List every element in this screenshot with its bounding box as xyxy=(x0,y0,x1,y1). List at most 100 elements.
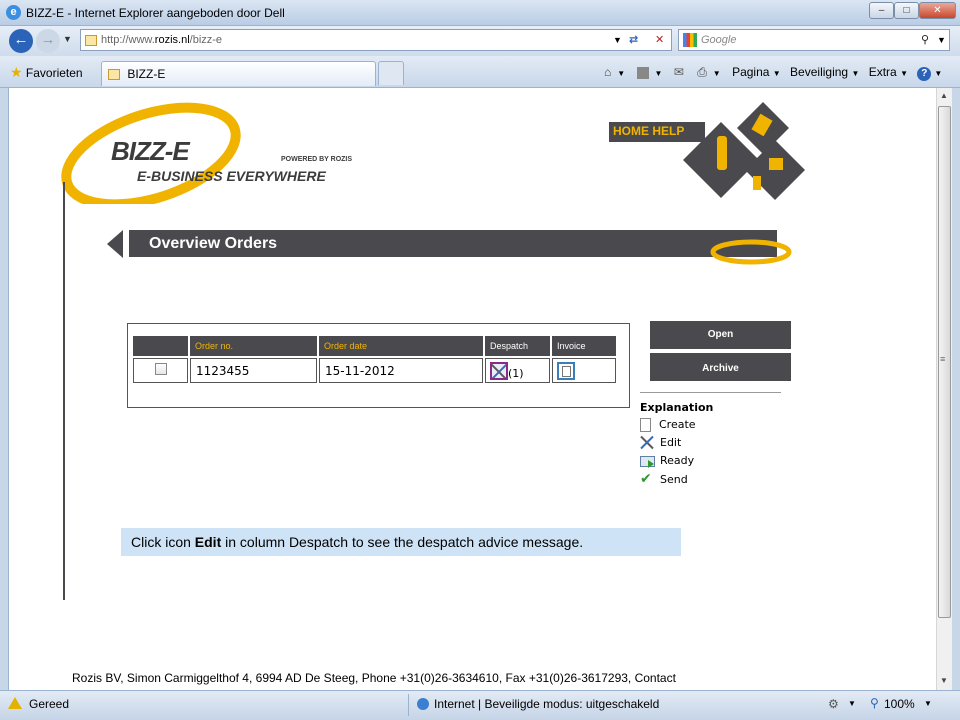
warning-icon xyxy=(8,697,22,709)
legend-title: Explanation xyxy=(640,401,714,414)
row-select-cell xyxy=(133,358,188,383)
edit-tools-icon xyxy=(640,435,656,450)
document-icon xyxy=(640,418,651,432)
table-header-row: Order no. Order date Despatch Invoice xyxy=(133,336,616,356)
zoom-icon[interactable]: ⚲ xyxy=(870,696,879,710)
mail-icon[interactable]: ✉ xyxy=(674,65,684,79)
window-title: BIZZ-E - Internet Explorer aangeboden do… xyxy=(26,6,285,20)
chevron-down-icon: ▼ xyxy=(900,69,908,78)
list-item: Ready xyxy=(640,454,696,472)
rss-dropdown-icon[interactable]: ▼ xyxy=(655,69,663,78)
tab-favicon-icon xyxy=(108,69,120,81)
envelope-arrow-icon xyxy=(640,455,655,468)
bizz-e-logo[interactable]: BIZZ-E E-BUSINESS EVERYWHERE POWERED BY … xyxy=(61,94,361,204)
despatch-edit-icon[interactable] xyxy=(490,361,508,380)
web-content: BIZZ-E E-BUSINESS EVERYWHERE POWERED BY … xyxy=(8,88,936,690)
checkmark-icon: ✔ xyxy=(640,471,652,487)
history-dropdown-icon[interactable]: ▼ xyxy=(63,34,72,44)
list-item: ✔ Send xyxy=(640,472,696,490)
legend-create-label: Create xyxy=(659,418,696,431)
scroll-up-icon[interactable]: ▲ xyxy=(940,91,948,100)
maximize-button[interactable]: □ xyxy=(894,2,919,19)
print-dropdown-icon[interactable]: ▼ xyxy=(713,69,721,78)
row-checkbox[interactable] xyxy=(154,363,167,375)
list-item: Edit xyxy=(640,435,696,454)
vertical-scrollbar[interactable]: ▲ ≡ ▼ xyxy=(936,88,952,690)
back-button[interactable]: ← xyxy=(9,29,33,53)
header-invoice: Invoice xyxy=(552,336,616,356)
favorites-label: Favorieten xyxy=(25,66,83,80)
despatch-count: (1) xyxy=(508,366,524,380)
protected-mode-icon[interactable]: ⚙ xyxy=(828,697,839,711)
tab-bizz-e[interactable]: BIZZ-E xyxy=(101,61,376,86)
help-dropdown-icon[interactable]: ▼ xyxy=(934,69,942,78)
list-item: Create xyxy=(640,418,696,436)
scroll-grip-icon: ≡ xyxy=(940,354,946,364)
window-titlebar: e BIZZ-E - Internet Explorer aangeboden … xyxy=(0,0,960,26)
search-icon[interactable]: ⚲ xyxy=(921,30,929,50)
home-icon[interactable]: ⌂ xyxy=(604,65,611,79)
search-dropdown-icon[interactable]: ▼ xyxy=(937,30,946,50)
title-band: Overview Orders xyxy=(129,230,777,257)
title-swoosh-icon xyxy=(710,239,792,265)
order-no-cell: 1123455 xyxy=(190,358,317,383)
open-button[interactable]: Open xyxy=(650,321,791,349)
favorites-button[interactable]: ★ Favorieten xyxy=(10,63,83,81)
table-row[interactable]: 1123455 15-11-2012 (1) xyxy=(133,358,616,383)
footer-address: Rozis BV, Simon Carmiggelthof 4, 6994 AD… xyxy=(72,671,676,685)
scroll-down-icon[interactable]: ▼ xyxy=(940,676,948,685)
home-dropdown-icon[interactable]: ▼ xyxy=(617,69,625,78)
page-title: Overview Orders xyxy=(149,235,278,252)
status-bar: Gereed Internet | Beveiligde modus: uitg… xyxy=(0,690,960,720)
order-date-cell: 15-11-2012 xyxy=(319,358,483,383)
print-icon[interactable]: ⎙ xyxy=(697,65,707,79)
close-button[interactable]: ✕ xyxy=(919,2,956,19)
logo-powered: POWERED BY ROZIS xyxy=(281,156,353,163)
security-zone[interactable]: Internet | Beveiligde modus: uitgeschake… xyxy=(434,697,659,711)
left-divider-line xyxy=(63,182,65,600)
logo-swoosh-icon xyxy=(61,102,241,204)
star-icon: ★ xyxy=(10,64,23,80)
header-order-no[interactable]: Order no. xyxy=(190,336,317,356)
legend-send-label: Send xyxy=(660,473,688,486)
status-separator xyxy=(408,694,409,716)
url-prefix: http://www. xyxy=(101,34,155,46)
menu-page[interactable]: Pagina ▼ xyxy=(732,65,781,79)
address-input[interactable]: http://www.rozis.nl/bizz-e ▼ ⇄ ✕ xyxy=(80,29,672,51)
command-icons: ⌂ ▼ ▼ ✉ ⎙ ▼ Pagina ▼ Beveiliging ▼ Extra ▼… xyxy=(604,63,942,81)
page-favicon-icon xyxy=(85,34,97,46)
menu-extra[interactable]: Extra ▼ xyxy=(869,65,908,79)
home-help-label: HOME HELP xyxy=(613,124,685,138)
address-dropdown-icon[interactable]: ▼ xyxy=(613,30,622,50)
tab-label: BIZZ-E xyxy=(127,67,166,81)
header-select xyxy=(133,336,188,356)
menu-extra-label: Extra xyxy=(868,65,897,79)
stop-icon[interactable]: ✕ xyxy=(655,30,664,50)
despatch-cell: (1) xyxy=(485,358,550,383)
header-order-date[interactable]: Order date xyxy=(319,336,483,356)
rss-icon[interactable] xyxy=(636,66,649,79)
globe-icon xyxy=(417,698,429,710)
google-logo-icon xyxy=(683,33,697,48)
hint-prefix: Click icon xyxy=(131,534,195,550)
help-icon[interactable]: ? xyxy=(917,67,932,81)
protected-dropdown-icon[interactable]: ▼ xyxy=(848,699,856,708)
invoice-create-icon[interactable] xyxy=(557,361,575,380)
search-input[interactable]: Google ⚲ ▼ xyxy=(678,29,950,51)
product-diamonds-icon xyxy=(683,102,805,200)
zoom-dropdown-icon[interactable]: ▼ xyxy=(924,699,932,708)
invoice-cell xyxy=(552,358,616,383)
menu-security[interactable]: Beveiliging ▼ xyxy=(790,65,859,79)
legend-edit-label: Edit xyxy=(660,436,682,449)
menu-page-label: Pagina xyxy=(732,65,770,79)
menu-security-label: Beveiliging xyxy=(790,65,849,79)
refresh-icon[interactable]: ⇄ xyxy=(629,30,638,50)
title-arrow-icon xyxy=(107,230,123,258)
forward-button[interactable]: → xyxy=(36,29,60,53)
url-domain: rozis.nl xyxy=(154,34,190,46)
minimize-button[interactable]: – xyxy=(869,2,894,19)
new-tab-button[interactable] xyxy=(378,61,404,85)
archive-button[interactable]: Archive xyxy=(650,353,791,381)
orders-table-panel: Order no. Order date Despatch Invoice 11… xyxy=(127,323,630,408)
zoom-level[interactable]: 100% xyxy=(884,697,915,711)
